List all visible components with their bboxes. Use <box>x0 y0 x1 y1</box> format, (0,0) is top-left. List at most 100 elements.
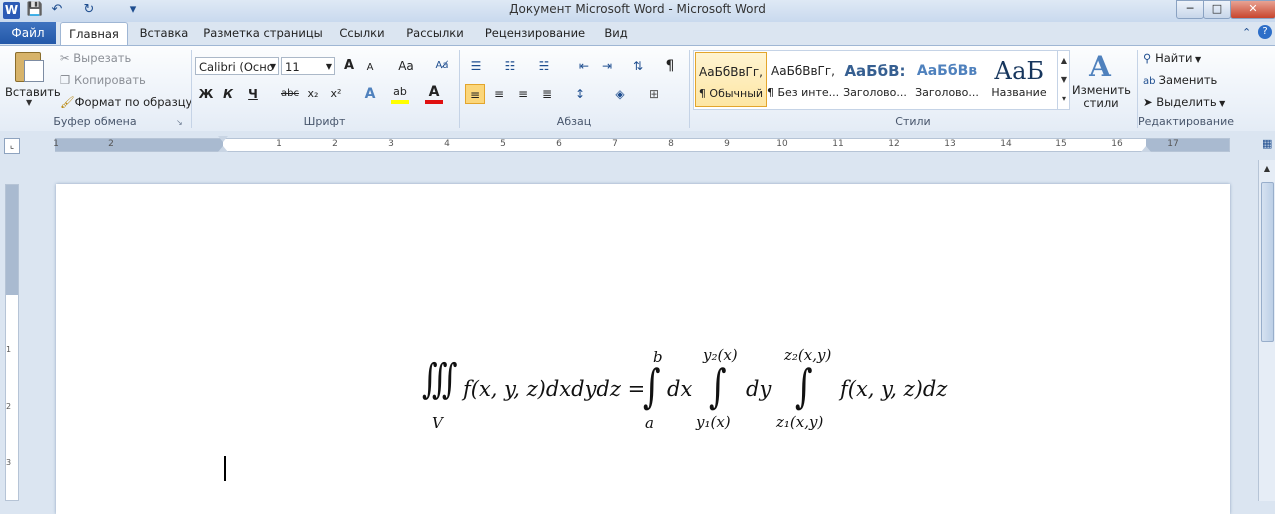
view-ruler-icon[interactable]: ▦ <box>1262 137 1275 153</box>
select-button[interactable]: ➤ Выделить ▼ <box>1143 95 1225 109</box>
show-formatting-button[interactable]: ¶ <box>660 56 680 76</box>
bullets-icon[interactable]: ☰ <box>466 56 486 76</box>
style-title[interactable]: АаБ Название <box>983 52 1055 107</box>
ruler-number: 5 <box>500 139 506 149</box>
bold-button[interactable]: Ж <box>196 84 216 104</box>
text-effects-icon[interactable]: A <box>360 84 380 104</box>
change-styles-button[interactable]: Изменить стили <box>1072 84 1131 110</box>
horizontal-ruler[interactable] <box>55 138 1230 152</box>
decrease-indent-icon[interactable]: ⇤ <box>574 56 594 76</box>
minimize-ribbon-icon[interactable]: ⌃ <box>1242 26 1251 39</box>
first-line-indent-marker[interactable] <box>218 136 228 142</box>
strikethrough-button[interactable]: abc <box>278 84 302 104</box>
ruler-number: 1 <box>276 139 282 149</box>
style-no-spacing[interactable]: АаБбВвГг, ¶ Без инте... <box>767 52 839 107</box>
replace-icon: ab <box>1143 76 1159 87</box>
close-button[interactable]: ✕ <box>1230 0 1275 19</box>
style-heading-2[interactable]: АаБбВв Заголово... <box>911 52 983 107</box>
cursor-icon: ➤ <box>1143 95 1157 109</box>
vertical-ruler-margin <box>6 185 18 295</box>
paste-dropdown-icon[interactable]: ▼ <box>26 98 32 107</box>
style-heading-1[interactable]: АаБбВ: Заголово... <box>839 52 911 107</box>
format-painter-button[interactable]: 🖌Формат по образцу <box>60 95 192 109</box>
clear-formatting-icon[interactable]: Aa̸ <box>432 56 452 76</box>
shrink-font-button[interactable]: A <box>360 58 380 78</box>
font-color-swatch <box>425 100 443 104</box>
shading-icon[interactable]: ◈ <box>610 84 630 104</box>
minimize-button[interactable]: ─ <box>1176 0 1204 19</box>
format-painter-icon: 🖌 <box>60 95 75 109</box>
change-case-button[interactable]: Aa <box>393 56 419 76</box>
tab-insert[interactable]: Вставка <box>136 22 192 44</box>
tab-review[interactable]: Рецензирование <box>480 22 590 44</box>
binoculars-icon: ⚲ <box>1143 51 1156 65</box>
tab-home[interactable]: Главная <box>60 22 128 45</box>
style-normal[interactable]: АаБбВвГг, ¶ Обычный <box>695 52 767 107</box>
paragraph-group-label: Абзац <box>556 115 592 128</box>
superscript-button[interactable]: x² <box>326 84 346 104</box>
help-icon[interactable]: ? <box>1258 25 1272 39</box>
triple-integral-symbol: ∭ <box>422 355 458 404</box>
subscript-button[interactable]: x₂ <box>303 84 323 104</box>
font-size-combo[interactable]: 11 ▼ <box>281 57 335 75</box>
grow-font-button[interactable]: A <box>339 56 359 76</box>
right-indent-marker[interactable] <box>1141 146 1151 152</box>
copy-button[interactable]: ❐ Копировать <box>60 73 146 87</box>
tab-selector[interactable]: ⌞ <box>4 138 20 154</box>
integration-domain: V <box>432 414 443 432</box>
scroll-thumb[interactable] <box>1261 182 1274 342</box>
align-center-button[interactable]: ≡ <box>489 84 509 104</box>
ruler-number: 9 <box>724 139 730 149</box>
ruler-number: 14 <box>1000 139 1012 149</box>
sort-icon[interactable]: ⇅ <box>628 56 648 76</box>
align-left-button[interactable]: ≡ <box>465 84 485 104</box>
change-styles-icon[interactable]: A <box>1084 50 1116 83</box>
ruler-number: 4 <box>444 139 450 149</box>
increase-indent-icon[interactable]: ⇥ <box>597 56 617 76</box>
justify-button[interactable]: ≣ <box>537 84 557 104</box>
borders-icon[interactable]: ⊞ <box>644 84 664 104</box>
window-title: Документ Microsoft Word - Microsoft Word <box>509 2 766 16</box>
differential-dy: dy <box>746 377 772 401</box>
ruler-number: 7 <box>612 139 618 149</box>
find-button[interactable]: ⚲ Найти ▼ <box>1143 51 1201 65</box>
styles-scroll[interactable]: ▲ ▼ ▾ <box>1057 51 1070 109</box>
tab-references[interactable]: Ссылки <box>334 22 390 44</box>
multilevel-list-icon[interactable]: ☵ <box>534 56 554 76</box>
highlight-icon[interactable]: ab <box>390 82 410 102</box>
styles-group-label: Стили <box>895 115 931 128</box>
ruler-left-margin <box>55 139 223 151</box>
chevron-down-icon: ▼ <box>269 62 276 71</box>
ruler-number: 6 <box>556 139 562 149</box>
equation-rhs: f(x, y, z)dz <box>840 377 948 401</box>
ruler-number: 8 <box>668 139 674 149</box>
align-right-button[interactable]: ≡ <box>513 84 533 104</box>
tab-page-layout[interactable]: Разметка страницы <box>203 22 323 44</box>
scroll-up-arrow[interactable]: ▲ <box>1260 162 1274 176</box>
left-indent-marker[interactable] <box>218 146 228 152</box>
maximize-button[interactable]: □ <box>1203 0 1231 19</box>
ruler-number: 1 <box>53 139 59 149</box>
ruler-number: 1 <box>6 345 12 354</box>
replace-button[interactable]: ab Заменить <box>1143 73 1217 87</box>
font-name-combo[interactable]: Calibri (Осно ▼ <box>195 57 279 75</box>
numbering-icon[interactable]: ☷ <box>500 56 520 76</box>
font-color-icon[interactable]: A <box>424 82 444 102</box>
paste-icon[interactable] <box>12 50 46 82</box>
tab-file[interactable]: Файл <box>0 22 56 44</box>
italic-button[interactable]: К <box>218 84 238 104</box>
highlight-color-swatch <box>391 100 409 104</box>
line-spacing-icon[interactable]: ↕ <box>570 84 590 104</box>
tab-view[interactable]: Вид <box>598 22 634 44</box>
cut-button[interactable]: ✂ Вырезать <box>60 51 131 65</box>
equation-lhs: f(x, y, z)dxdydz = <box>463 377 646 401</box>
paste-button[interactable]: Вставить <box>5 85 61 99</box>
ruler-number: 11 <box>832 139 844 149</box>
integral-1-lower-limit: a <box>645 414 654 432</box>
dialog-launcher-icon[interactable]: ↘ <box>176 118 183 127</box>
document-page[interactable] <box>56 184 1230 514</box>
tab-mailings[interactable]: Рассылки <box>400 22 470 44</box>
ruler-number: 3 <box>6 458 12 467</box>
underline-button[interactable]: Ч <box>243 84 263 104</box>
ruler-number: 13 <box>944 139 956 149</box>
